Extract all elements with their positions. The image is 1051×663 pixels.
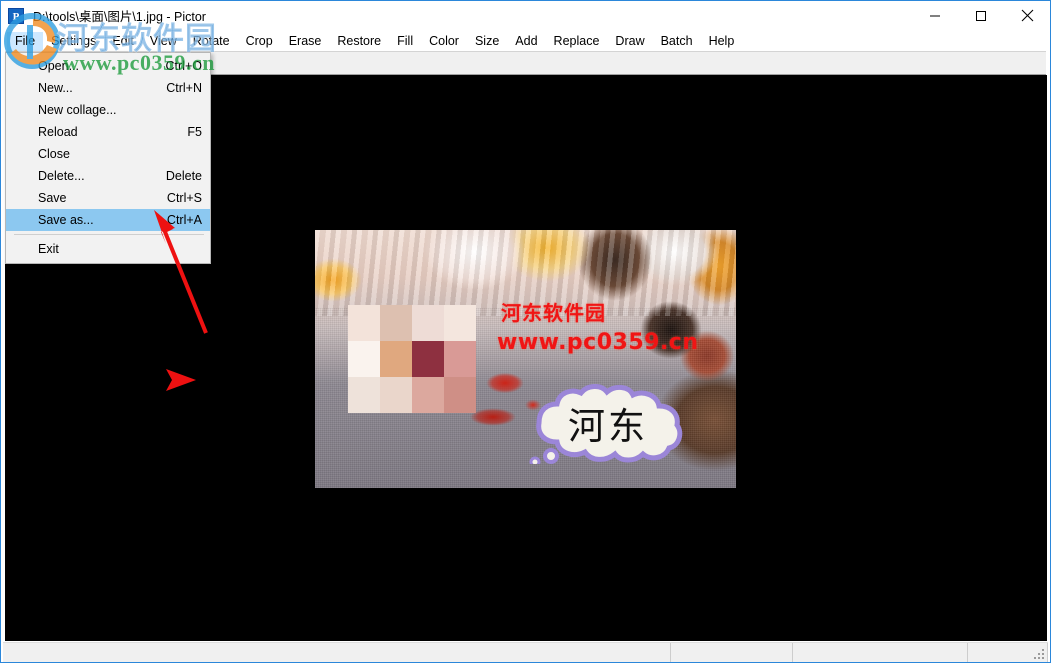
menu-item-label: New collage... bbox=[38, 103, 202, 117]
file-menu-item-exit[interactable]: Exit bbox=[6, 238, 210, 260]
menu-item-label: Close bbox=[38, 147, 202, 161]
file-menu-item-close[interactable]: Close bbox=[6, 143, 210, 165]
pictor-main-window: P D:\tools\桌面\图片\1.jpg - Pictor FileSett… bbox=[0, 0, 1051, 663]
app-icon: P bbox=[8, 8, 24, 24]
mosaic-cell bbox=[444, 305, 476, 341]
title-bar: P D:\tools\桌面\图片\1.jpg - Pictor bbox=[1, 1, 1050, 30]
file-menu-item-reload[interactable]: ReloadF5 bbox=[6, 121, 210, 143]
menu-item-label: Save as... bbox=[38, 213, 167, 227]
menu-item-label: Exit bbox=[38, 242, 202, 256]
mosaic-cell bbox=[348, 377, 380, 413]
mosaic-cell bbox=[412, 305, 444, 341]
menu-item-label: Delete... bbox=[38, 169, 166, 183]
maximize-button[interactable] bbox=[958, 1, 1004, 30]
menu-separator bbox=[14, 234, 204, 235]
menu-item-label: Save bbox=[38, 191, 167, 205]
file-dropdown-menu[interactable]: Open...Ctrl+ONew...Ctrl+NNew collage...R… bbox=[5, 52, 211, 264]
menu-item-shortcut: Delete bbox=[166, 169, 202, 183]
minimize-button[interactable] bbox=[912, 1, 958, 30]
mosaic-cell bbox=[380, 305, 412, 341]
menu-settings[interactable]: Settings bbox=[43, 32, 104, 51]
menu-replace[interactable]: Replace bbox=[546, 32, 608, 51]
mosaic-cell bbox=[412, 377, 444, 413]
mosaic-cell bbox=[444, 341, 476, 377]
menu-bar: FileSettingsEditViewRotateCropEraseResto… bbox=[1, 30, 1050, 52]
menu-item-shortcut: F5 bbox=[187, 125, 202, 139]
window-controls bbox=[912, 1, 1050, 30]
menu-restore[interactable]: Restore bbox=[329, 32, 389, 51]
file-menu-item-save-as[interactable]: Save as...Ctrl+A bbox=[6, 209, 210, 231]
menu-item-shortcut: Ctrl+N bbox=[166, 81, 202, 95]
menu-crop[interactable]: Crop bbox=[238, 32, 281, 51]
mosaic-cell bbox=[348, 305, 380, 341]
file-menu-item-new[interactable]: New...Ctrl+N bbox=[6, 77, 210, 99]
menu-draw[interactable]: Draw bbox=[607, 32, 652, 51]
photo-mosaic-block bbox=[348, 305, 476, 413]
menu-fill[interactable]: Fill bbox=[389, 32, 421, 51]
menu-item-label: New... bbox=[38, 81, 166, 95]
photo-watermark-url: www.pc0359.cn bbox=[497, 330, 699, 355]
menu-rotate[interactable]: Rotate bbox=[185, 32, 238, 51]
menu-view[interactable]: View bbox=[142, 32, 185, 51]
menu-item-shortcut: Ctrl+A bbox=[167, 213, 202, 227]
mosaic-cell bbox=[412, 341, 444, 377]
file-menu-item-open[interactable]: Open...Ctrl+O bbox=[6, 55, 210, 77]
menu-file[interactable]: File bbox=[7, 32, 43, 51]
mosaic-cell bbox=[444, 377, 476, 413]
speech-bubble-text: 河东 bbox=[519, 382, 697, 464]
file-menu-item-new-collage[interactable]: New collage... bbox=[6, 99, 210, 121]
menu-item-shortcut: Ctrl+S bbox=[167, 191, 202, 205]
mosaic-cell bbox=[348, 341, 380, 377]
status-bar bbox=[3, 642, 1048, 662]
status-panel-1 bbox=[3, 643, 671, 663]
window-title: D:\tools\桌面\图片\1.jpg - Pictor bbox=[33, 6, 206, 25]
menu-item-label: Reload bbox=[38, 125, 187, 139]
mosaic-cell bbox=[380, 341, 412, 377]
status-panel-2 bbox=[671, 643, 792, 663]
menu-size[interactable]: Size bbox=[467, 32, 507, 51]
close-button[interactable] bbox=[1004, 1, 1050, 30]
photo-watermark-chinese: 河东软件园 bbox=[501, 297, 606, 326]
file-menu-item-save[interactable]: SaveCtrl+S bbox=[6, 187, 210, 209]
menu-add[interactable]: Add bbox=[507, 32, 545, 51]
menu-batch[interactable]: Batch bbox=[653, 32, 701, 51]
menu-item-shortcut: Ctrl+O bbox=[166, 59, 202, 73]
menu-help[interactable]: Help bbox=[701, 32, 743, 51]
opened-photo[interactable]: 河东软件园 www.pc0359.cn 河东 bbox=[315, 230, 736, 488]
mosaic-cell bbox=[380, 377, 412, 413]
menu-erase[interactable]: Erase bbox=[281, 32, 330, 51]
resize-grip-icon[interactable] bbox=[1034, 649, 1046, 661]
menu-item-label: Open... bbox=[38, 59, 166, 73]
menu-edit[interactable]: Edit bbox=[104, 32, 142, 51]
speech-bubble: 河东 bbox=[519, 382, 697, 464]
menu-color[interactable]: Color bbox=[421, 32, 467, 51]
file-menu-item-delete[interactable]: Delete...Delete bbox=[6, 165, 210, 187]
status-panel-3 bbox=[793, 643, 968, 663]
